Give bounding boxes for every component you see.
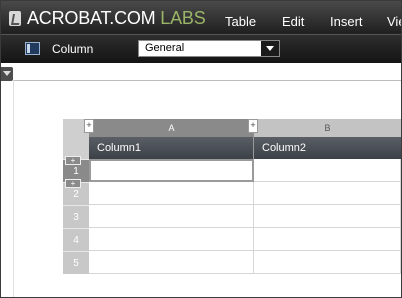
menu-edit[interactable]: Edit bbox=[282, 14, 304, 29]
app-header: ACROBAT.COM LABS Table Edit Insert Vie bbox=[1, 1, 401, 34]
column-header-1[interactable]: Column1 bbox=[89, 137, 254, 159]
cell-a2[interactable] bbox=[89, 182, 254, 205]
menu-table[interactable]: Table bbox=[225, 14, 256, 29]
filter-icon[interactable] bbox=[1, 67, 13, 81]
column-letter-b[interactable]: B bbox=[254, 119, 401, 137]
cell-b2[interactable] bbox=[254, 182, 401, 205]
column-letter-a[interactable]: A bbox=[89, 119, 254, 137]
table-canvas: A B + + Column1 Column2 1 2 3 4 5 + + bbox=[1, 63, 401, 297]
column-icon bbox=[25, 42, 40, 55]
brand-name: ACROBAT.COM bbox=[27, 8, 156, 28]
divider bbox=[13, 80, 401, 81]
row-number-3[interactable]: 3 bbox=[63, 205, 89, 228]
row-number-5[interactable]: 5 bbox=[63, 251, 89, 274]
menu-insert[interactable]: Insert bbox=[330, 14, 363, 29]
chevron-down-icon[interactable] bbox=[261, 41, 279, 56]
toolbar: Column General bbox=[1, 34, 401, 63]
cell-b1[interactable] bbox=[254, 159, 401, 182]
format-dropdown-value: General bbox=[145, 42, 185, 54]
toolbar-column-label: Column bbox=[52, 42, 94, 56]
brand-logo: ACROBAT.COM LABS bbox=[27, 8, 206, 29]
app-window: ACROBAT.COM LABS Table Edit Insert Vie C… bbox=[0, 0, 402, 298]
row-number-4[interactable]: 4 bbox=[63, 228, 89, 251]
column-header-2[interactable]: Column2 bbox=[254, 137, 401, 159]
cell-a4[interactable] bbox=[89, 228, 254, 251]
insert-column-right-button[interactable]: + bbox=[248, 119, 258, 133]
menu-view[interactable]: Vie bbox=[387, 14, 401, 29]
insert-row-above-button[interactable]: + bbox=[65, 156, 81, 165]
insert-column-left-button[interactable]: + bbox=[84, 119, 94, 133]
cell-b5[interactable] bbox=[254, 251, 401, 274]
acrobat-logo-icon bbox=[9, 11, 21, 26]
cell-a5[interactable] bbox=[89, 251, 254, 274]
format-dropdown[interactable]: General bbox=[138, 40, 280, 57]
insert-row-below-button[interactable]: + bbox=[65, 179, 81, 188]
cell-a1[interactable] bbox=[89, 159, 254, 182]
cell-b4[interactable] bbox=[254, 228, 401, 251]
cell-a3[interactable] bbox=[89, 205, 254, 228]
cell-b3[interactable] bbox=[254, 205, 401, 228]
brand-labs: LABS bbox=[160, 8, 206, 28]
divider bbox=[13, 80, 14, 297]
